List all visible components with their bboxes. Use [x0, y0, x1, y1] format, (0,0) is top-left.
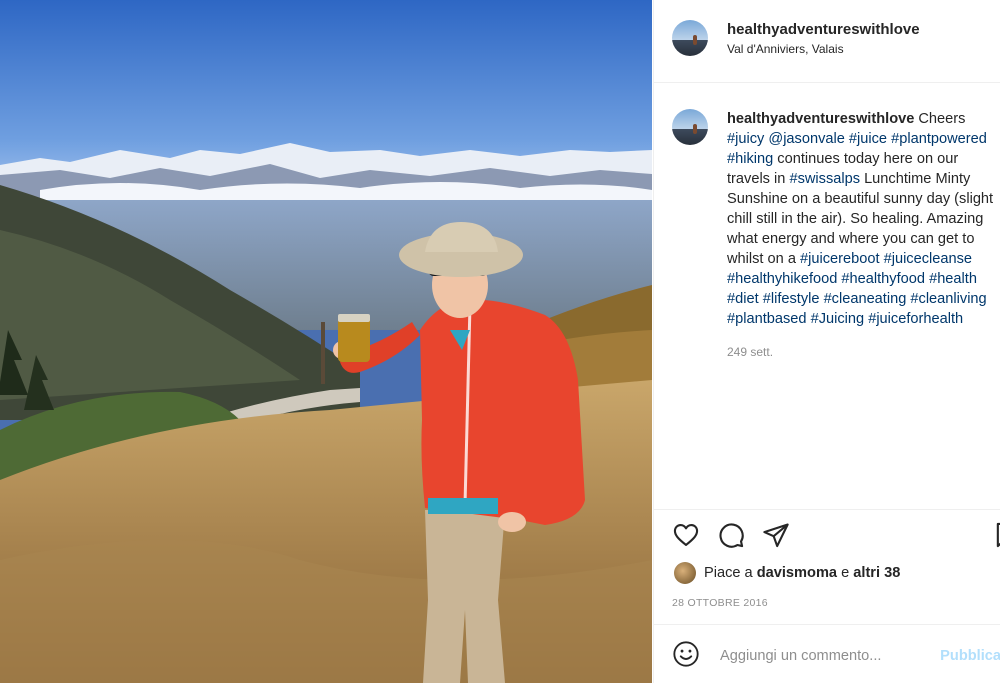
hashtag-link[interactable]: #lifestyle	[763, 291, 820, 307]
post-location[interactable]: Val d'Anniviers, Valais	[727, 42, 920, 56]
publish-button[interactable]: Pubblica	[940, 648, 1000, 664]
hashtag-link[interactable]: #juicecleanse	[884, 251, 972, 267]
hashtag-link[interactable]: #healthyfood	[841, 271, 925, 287]
smiley-icon[interactable]	[672, 640, 700, 673]
header-divider	[654, 82, 1000, 83]
hashtag-link[interactable]: #juiceforhealth	[868, 311, 963, 327]
post-photo[interactable]	[0, 0, 652, 683]
hashtag-link[interactable]: #juicereboot	[800, 251, 880, 267]
comment-bubble-icon[interactable]	[717, 521, 745, 554]
hashtag-link[interactable]: #swissalps	[789, 171, 860, 187]
actions-divider	[654, 509, 1000, 510]
hashtag-link[interactable]: #juice	[849, 131, 887, 147]
hashtag-link[interactable]: #cleanliving	[910, 291, 986, 307]
heart-icon[interactable]	[672, 521, 700, 554]
action-bar	[672, 521, 1000, 553]
hashtag-link[interactable]: #plantbased	[727, 311, 807, 327]
caption-author-avatar[interactable]	[672, 109, 708, 145]
comment-input[interactable]	[718, 647, 933, 665]
bookmark-icon[interactable]	[992, 521, 1000, 554]
photo-illustration	[0, 0, 652, 683]
paper-plane-icon[interactable]	[762, 521, 790, 554]
author-username[interactable]: healthyadventureswithlove	[727, 21, 920, 38]
post-header: healthyadventureswithlove Val d'Annivier…	[672, 20, 920, 56]
likes-summary[interactable]: Piace a davismoma e altri 38	[674, 562, 900, 584]
hashtag-link[interactable]: #plantpowered	[891, 131, 987, 147]
post-date: 28 OTTOBRE 2016	[672, 597, 768, 609]
hashtag-link[interactable]: #diet	[727, 291, 759, 307]
hashtag-link[interactable]: #hiking	[727, 151, 773, 167]
hashtag-link[interactable]: #cleaneating	[824, 291, 907, 307]
post-caption: healthyadventureswithlove Cheers #juicy @…	[727, 109, 999, 329]
likes-others-count[interactable]: altri 38	[853, 565, 900, 581]
caption-text-segment: Cheers	[918, 111, 966, 127]
likes-text: Piace a davismoma e altri 38	[704, 565, 901, 581]
hashtag-link[interactable]: #health	[929, 271, 977, 287]
liker-username[interactable]: davismoma	[757, 565, 837, 581]
hashtag-link[interactable]: #healthyhikefood	[727, 271, 837, 287]
comment-bar: Pubblica	[672, 640, 1000, 672]
post-side-panel: healthyadventureswithlove Val d'Annivier…	[653, 0, 1000, 683]
hashtag-link[interactable]: #Juicing	[811, 311, 865, 327]
caption-username[interactable]: healthyadventureswithlove	[727, 111, 914, 127]
liker-avatar[interactable]	[674, 562, 696, 584]
post-time-ago[interactable]: 249 sett.	[727, 345, 999, 359]
caption-text: Cheers #juicy @jasonvale #juice #plantpo…	[727, 111, 993, 327]
caption-block: healthyadventureswithlove Cheers #juicy @…	[672, 109, 999, 359]
author-avatar[interactable]	[672, 20, 708, 56]
hashtag-link[interactable]: #juicy	[727, 131, 764, 147]
mention-link[interactable]: @jasonvale	[768, 131, 844, 147]
comment-divider	[654, 624, 1000, 625]
